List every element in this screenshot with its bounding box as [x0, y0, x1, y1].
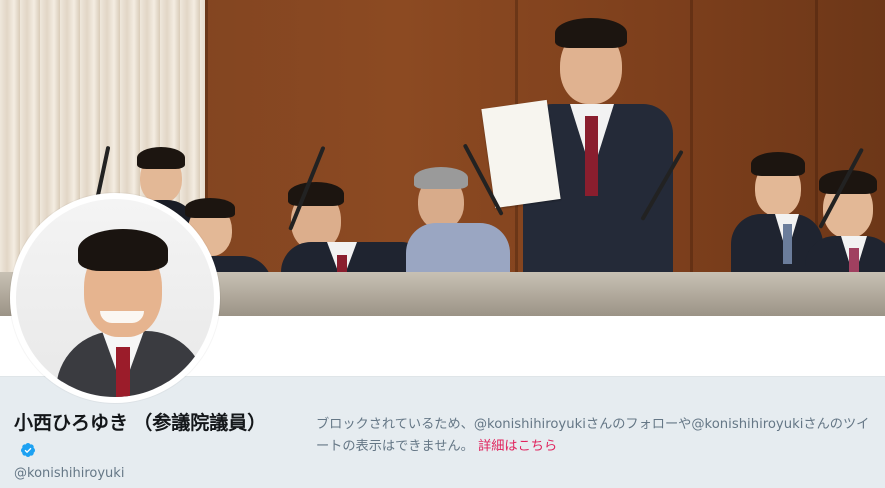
profile-name-block: 小西ひろゆき （参議院議員） @konishihiroyuki: [14, 411, 284, 483]
blocked-notice-text: ブロックされているため、@konishihiroyukiさんのフォローや@kon…: [316, 417, 870, 454]
blocked-notice: ブロックされているため、@konishihiroyukiさんのフォローや@kon…: [316, 414, 882, 458]
wall-panel-edge: [690, 0, 693, 316]
photo-held-document: [481, 99, 561, 209]
profile-avatar[interactable]: [10, 193, 220, 403]
avatar-photo: [16, 199, 214, 397]
display-name-text: 小西ひろゆき （参議院議員）: [14, 413, 267, 434]
verified-badge-icon: [20, 443, 35, 457]
display-name[interactable]: 小西ひろゆき （参議院議員）: [14, 411, 284, 463]
profile-handle[interactable]: @konishihiroyuki: [14, 465, 284, 483]
learn-more-link[interactable]: 詳細はこちら: [478, 439, 557, 454]
